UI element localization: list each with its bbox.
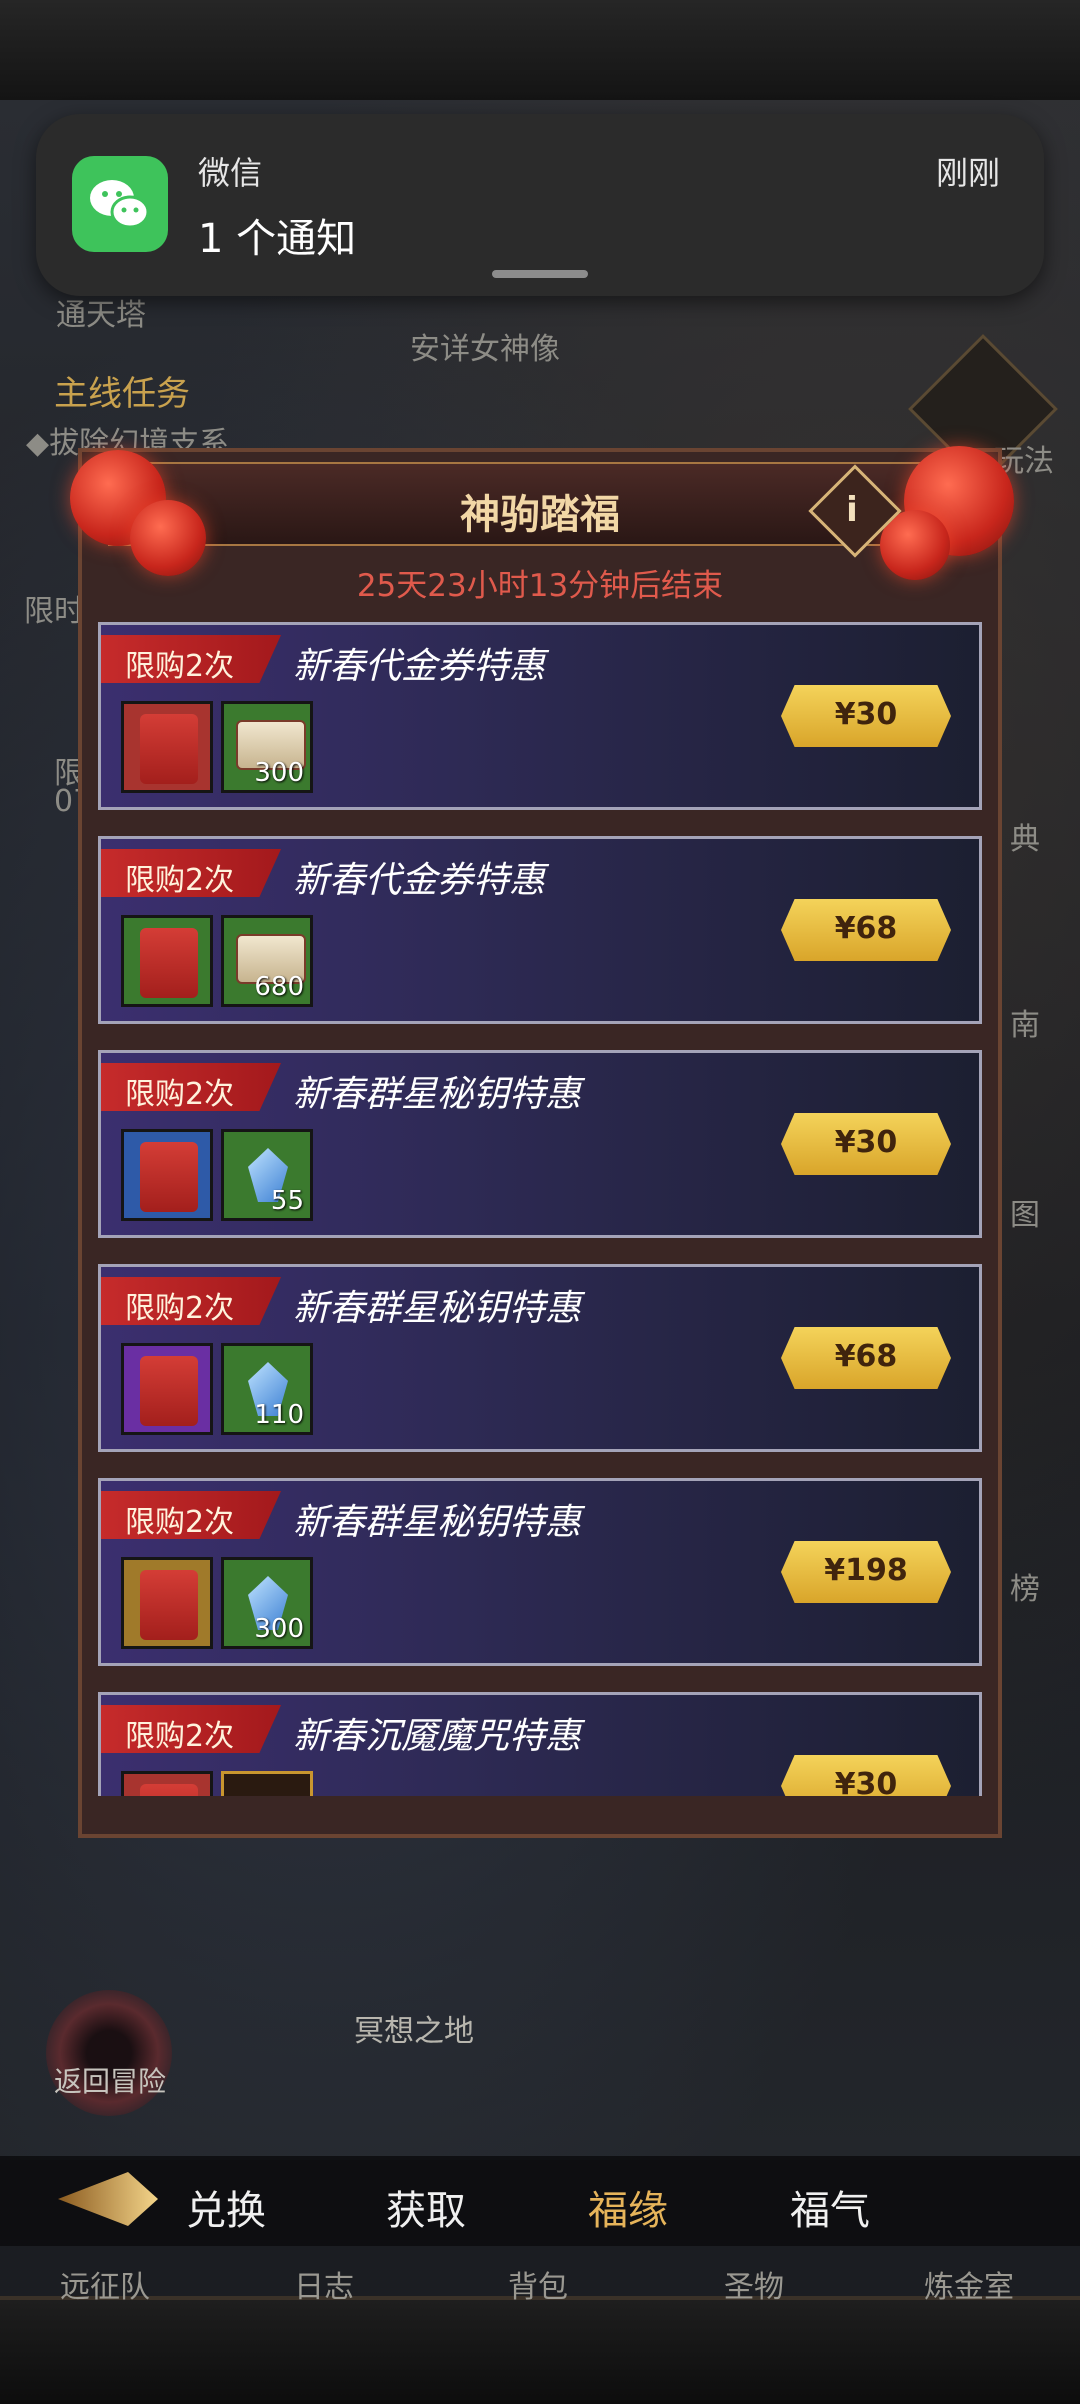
- event-countdown: 25天23小时13分钟后结束: [356, 568, 724, 604]
- tab-fortune[interactable]: 福缘: [588, 2178, 668, 2236]
- limit-label: 限购2次: [125, 863, 235, 898]
- notification-message: 1 个通知: [198, 216, 357, 262]
- side-label-codex: 典: [1010, 822, 1040, 857]
- side-label-rank: 榜: [1010, 1572, 1040, 1607]
- red-envelope-slot[interactable]: [121, 1771, 213, 1796]
- limit-label: 限购2次: [125, 1291, 235, 1326]
- reward-slot[interactable]: 680: [221, 915, 313, 1007]
- red-envelope-icon: [140, 1356, 198, 1426]
- reward-quantity: 300: [254, 1614, 304, 1644]
- event-tab-bar: [0, 2156, 1080, 2246]
- quest-title[interactable]: 主线任务: [54, 366, 190, 415]
- reward-slot[interactable]: 110: [221, 1343, 313, 1435]
- offer-item: 限购2次 新春沉魇魔咒特惠 ¥30: [98, 1692, 982, 1796]
- side-label-map: 图: [1010, 1198, 1040, 1233]
- price-label[interactable]: ¥68: [781, 911, 951, 946]
- red-envelope-icon: [140, 928, 198, 998]
- statue-label[interactable]: 安详女神像: [410, 324, 560, 368]
- price-label[interactable]: ¥30: [781, 1125, 951, 1160]
- nav-relics[interactable]: 圣物: [724, 2262, 784, 2306]
- offer-item: 限购2次 新春群星秘钥特惠 300 ¥198: [98, 1478, 982, 1666]
- nav-log[interactable]: 日志: [294, 2262, 354, 2306]
- reward-slot[interactable]: 300: [221, 1557, 313, 1649]
- nav-alchemy[interactable]: 炼金室: [924, 2262, 1014, 2306]
- wechat-icon: [72, 156, 168, 252]
- offer-name: 新春代金券特惠: [293, 860, 546, 901]
- limit-label: 限购2次: [125, 1719, 235, 1754]
- red-envelope-slot[interactable]: [121, 1129, 213, 1221]
- offer-name: 新春群星秘钥特惠: [293, 1288, 582, 1329]
- nav-backpack[interactable]: 背包: [508, 2262, 568, 2306]
- price-label[interactable]: ¥198: [781, 1553, 951, 1588]
- notification-drag-handle[interactable]: [492, 270, 588, 278]
- red-envelope-slot[interactable]: [121, 915, 213, 1007]
- reward-quantity: 55: [270, 1186, 304, 1216]
- limit-label: 限购2次: [125, 1505, 235, 1540]
- nav-expedition[interactable]: 远征队: [60, 2262, 150, 2306]
- offer-item: 限购2次 新春群星秘钥特惠 55 ¥30: [98, 1050, 982, 1238]
- reward-slot[interactable]: 55: [221, 1129, 313, 1221]
- panel-title: 神驹踏福: [460, 492, 620, 538]
- notification-time: 刚刚: [935, 154, 1000, 192]
- limit-label: 限购2次: [125, 1077, 235, 1112]
- bottom-frame: [0, 2296, 1080, 2404]
- side-label-guide: 南: [1010, 1008, 1040, 1043]
- offer-list[interactable]: 限购2次 新春代金券特惠 300 ¥30 限购2次 新春代金券特惠 680 ¥6…: [98, 622, 982, 1796]
- meditation-label[interactable]: 冥想之地: [354, 2006, 474, 2050]
- tab-blessing[interactable]: 福气: [790, 2178, 870, 2236]
- reward-quantity: 110: [254, 1400, 304, 1430]
- notification-banner[interactable]: 微信 1 个通知 刚刚: [36, 114, 1044, 296]
- offer-name: 新春代金券特惠: [293, 646, 546, 687]
- offer-name: 新春群星秘钥特惠: [293, 1074, 582, 1115]
- red-envelope-icon: [140, 714, 198, 784]
- reward-quantity: 300: [254, 758, 304, 788]
- notification-app-name: 微信: [198, 154, 263, 192]
- return-adventure-label[interactable]: 返回冒险: [54, 2060, 166, 2100]
- offer-item: 限购2次 新春代金券特惠 300 ¥30: [98, 622, 982, 810]
- offer-item: 限购2次 新春群星秘钥特惠 110 ¥68: [98, 1264, 982, 1452]
- red-envelope-slot[interactable]: [121, 1343, 213, 1435]
- offer-name: 新春沉魇魔咒特惠: [293, 1716, 582, 1757]
- reward-quantity: 680: [254, 972, 304, 1002]
- red-envelope-icon: [140, 1570, 198, 1640]
- price-label[interactable]: ¥30: [781, 1767, 951, 1796]
- tower-label: 通天塔: [56, 298, 146, 333]
- reward-slot[interactable]: 300: [221, 701, 313, 793]
- tab-exchange[interactable]: 兑换: [186, 2178, 266, 2236]
- red-envelope-slot[interactable]: [121, 1557, 213, 1649]
- red-envelope-icon: [140, 1784, 198, 1796]
- red-envelope-icon: [140, 1142, 198, 1212]
- offer-item: 限购2次 新春代金券特惠 680 ¥68: [98, 836, 982, 1024]
- limit-label: 限购2次: [125, 649, 235, 684]
- info-icon[interactable]: i: [822, 480, 882, 540]
- reward-slot[interactable]: [221, 1771, 313, 1796]
- top-frame: [0, 0, 1080, 104]
- tab-obtain[interactable]: 获取: [386, 2178, 466, 2236]
- offer-name: 新春群星秘钥特惠: [293, 1502, 582, 1543]
- red-envelope-slot[interactable]: [121, 701, 213, 793]
- price-label[interactable]: ¥30: [781, 697, 951, 732]
- price-label[interactable]: ¥68: [781, 1339, 951, 1374]
